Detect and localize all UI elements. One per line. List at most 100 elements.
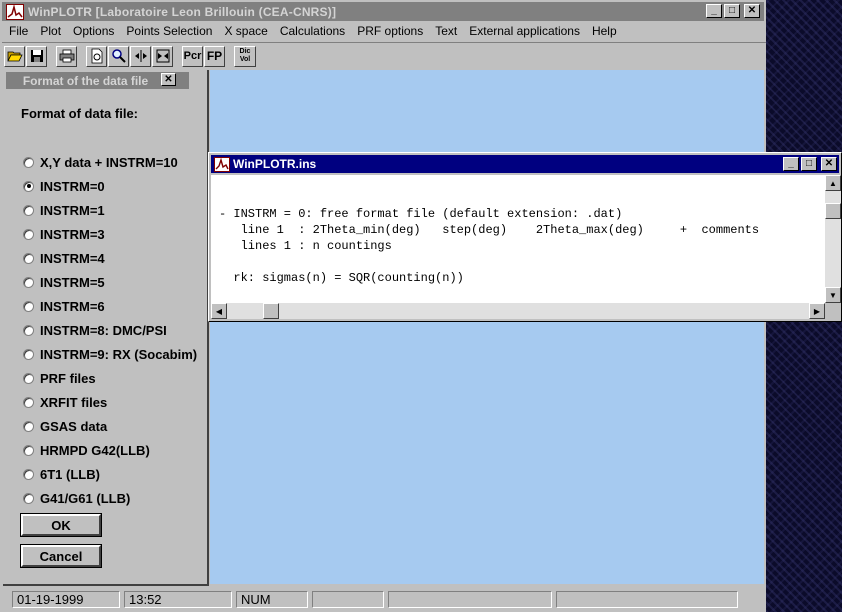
radio-icon[interactable] (23, 420, 34, 432)
mdi-client-area (210, 70, 764, 584)
vertical-scroll-thumb[interactable] (825, 203, 841, 219)
page-preview-icon (91, 48, 102, 64)
dicvol-button[interactable]: Dic Vol (234, 45, 256, 67)
pcr-button[interactable]: Pcr (182, 45, 203, 67)
status-bar: 01-19-1999 13:52 NUM (2, 588, 764, 610)
menu-calculations[interactable]: Calculations (273, 24, 350, 38)
radio-icon[interactable] (23, 348, 34, 360)
ok-button[interactable]: OK (20, 513, 102, 537)
scroll-down-button[interactable]: ▼ (825, 287, 841, 303)
radio-gsas-data[interactable]: GSAS data (23, 418, 107, 434)
data-format-dialog: Format of the data file ✕ Format of data… (3, 70, 209, 586)
child-minimize-button[interactable]: _ (783, 157, 799, 171)
cancel-button[interactable]: Cancel (20, 544, 102, 568)
radio-hrmpd-g42[interactable]: HRMPD G42(LLB) (23, 442, 150, 458)
radio-instrm5[interactable]: INSTRM=5 (23, 274, 105, 290)
radio-icon[interactable] (23, 324, 34, 336)
menu-help[interactable]: Help (585, 24, 622, 38)
close-icon: ✕ (747, 5, 757, 16)
menu-text[interactable]: Text (428, 24, 462, 38)
radio-g41-g61[interactable]: G41/G61 (LLB) (23, 490, 130, 506)
radio-icon[interactable] (23, 204, 34, 216)
expand-arrows-icon (134, 50, 147, 62)
text-line: - INSTRM = 0: free format file (default … (219, 207, 623, 221)
menu-bar: File Plot Options Points Selection X spa… (2, 22, 764, 40)
winplotr-app-icon[interactable] (6, 3, 24, 20)
radio-icon[interactable] (23, 444, 34, 456)
minimize-icon: _ (711, 5, 717, 16)
maximize-icon: □ (728, 5, 736, 16)
child-maximize-button[interactable]: □ (801, 157, 817, 171)
radio-icon[interactable] (23, 156, 34, 168)
close-icon: ✕ (824, 158, 834, 169)
expand-horizontal-button[interactable] (130, 45, 151, 67)
winplotr-app-icon[interactable] (214, 156, 230, 172)
window-title: WinPLOTR [Laboratoire Leon Brillouin (CE… (28, 4, 337, 19)
radio-xy-instrm10[interactable]: X,Y data + INSTRM=10 (23, 154, 178, 170)
radio-xrfit-files[interactable]: XRFIT files (23, 394, 107, 410)
print-button[interactable] (56, 45, 77, 67)
scroll-left-button[interactable]: ◀ (211, 303, 227, 319)
save-button[interactable] (26, 45, 47, 67)
radio-instrm1[interactable]: INSTRM=1 (23, 202, 105, 218)
radio-icon[interactable] (23, 372, 34, 384)
close-button[interactable]: ✕ (744, 4, 760, 18)
menu-file[interactable]: File (2, 24, 33, 38)
contract-horizontal-button[interactable] (152, 45, 173, 67)
vertical-scrollbar[interactable]: ▲ ▼ (825, 175, 841, 303)
radio-icon[interactable] (23, 468, 34, 480)
contract-arrows-icon (156, 49, 169, 63)
maximize-icon: □ (805, 158, 813, 169)
text-line: line 1 : 2Theta_min(deg) step(deg) 2Thet… (219, 223, 760, 237)
zoom-button[interactable] (108, 45, 129, 67)
radio-6t1[interactable]: 6T1 (LLB) (23, 466, 100, 482)
radio-icon[interactable] (23, 228, 34, 240)
child-close-button[interactable]: ✕ (821, 157, 837, 171)
menu-options[interactable]: Options (66, 24, 119, 38)
radio-icon[interactable] (23, 252, 34, 264)
main-titlebar[interactable]: WinPLOTR [Laboratoire Leon Brillouin (CE… (2, 2, 764, 21)
open-button[interactable] (4, 45, 25, 67)
minimize-icon: _ (788, 158, 794, 169)
radio-instrm9[interactable]: INSTRM=9: RX (Socabim) (23, 346, 197, 362)
menu-external-applications[interactable]: External applications (462, 24, 585, 38)
radio-checked-icon[interactable] (23, 180, 34, 192)
scroll-up-button[interactable]: ▲ (825, 175, 841, 191)
printer-icon (59, 49, 74, 63)
menu-plot[interactable]: Plot (33, 24, 66, 38)
arrow-up-icon: ▲ (829, 178, 837, 188)
radio-instrm4[interactable]: INSTRM=4 (23, 250, 105, 266)
preview-button[interactable] (86, 45, 107, 67)
dialog-close-button[interactable]: ✕ (161, 73, 176, 86)
menu-x-space[interactable]: X space (217, 24, 272, 38)
radio-instrm6[interactable]: INSTRM=6 (23, 298, 105, 314)
radio-prf-files[interactable]: PRF files (23, 370, 96, 386)
folder-open-icon (6, 51, 23, 62)
status-num: NUM (236, 590, 308, 608)
maximize-button[interactable]: □ (724, 4, 740, 18)
ins-text-view[interactable]: - INSTRM = 0: free format file (default … (211, 175, 825, 303)
child-window-title: WinPLOTR.ins (233, 157, 317, 171)
horizontal-scroll-thumb[interactable] (263, 303, 279, 319)
scroll-right-button[interactable]: ▶ (809, 303, 825, 319)
arrow-right-icon: ▶ (813, 306, 821, 316)
fp-button[interactable]: FP (204, 45, 225, 67)
minimize-button[interactable]: _ (706, 4, 722, 18)
radio-instrm3[interactable]: INSTRM=3 (23, 226, 105, 242)
status-time: 13:52 (124, 590, 232, 608)
radio-icon[interactable] (23, 300, 34, 312)
radio-instrm8[interactable]: INSTRM=8: DMC/PSI (23, 322, 167, 338)
child-titlebar[interactable]: WinPLOTR.ins _ □ ✕ (211, 155, 839, 173)
radio-instrm0[interactable]: INSTRM=0 (23, 178, 105, 194)
status-empty-2 (388, 590, 552, 608)
menu-points-selection[interactable]: Points Selection (119, 24, 217, 38)
ins-child-window: WinPLOTR.ins _ □ ✕ - INSTRM = 0: free fo… (208, 152, 842, 322)
radio-icon[interactable] (23, 276, 34, 288)
size-grip[interactable] (825, 303, 841, 319)
dialog-heading: Format of data file: (21, 106, 139, 121)
radio-icon[interactable] (23, 492, 34, 504)
magnifier-icon (111, 49, 126, 63)
radio-icon[interactable] (23, 396, 34, 408)
menu-prf-options[interactable]: PRF options (350, 24, 428, 38)
horizontal-scrollbar[interactable]: ◀ ▶ (211, 303, 825, 319)
